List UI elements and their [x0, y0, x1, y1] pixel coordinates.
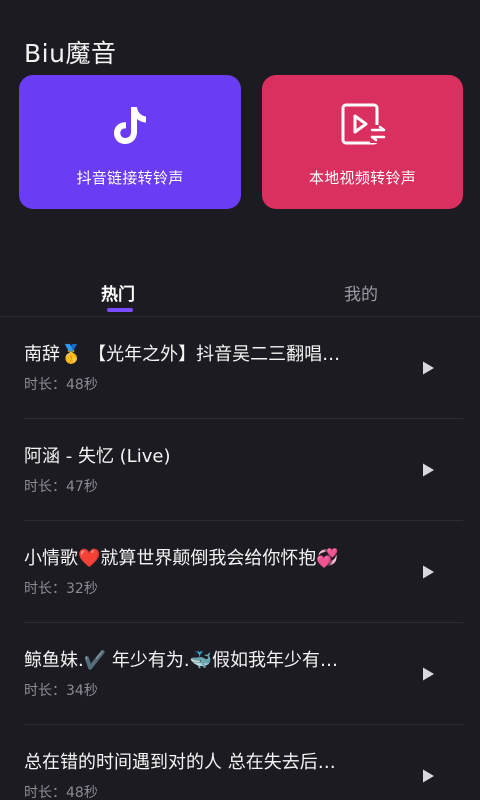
active-tab-indicator: [107, 308, 133, 312]
tiktok-link-card-label: 抖音链接转铃声: [76, 169, 184, 187]
list-item[interactable]: 阿涵 - 失忆 (Live) 时长：47秒: [0, 419, 480, 521]
song-duration: 时长：47秒: [24, 479, 98, 495]
list-item[interactable]: 小情歌❤️就算世界颠倒我会给你怀抱💞 时长：32秒: [0, 521, 480, 623]
tiktok-icon: [114, 107, 146, 144]
song-duration: 时长：34秒: [24, 683, 98, 699]
song-duration: 时长：48秒: [24, 785, 98, 800]
song-title: 南辞🥇 【光年之外】抖音吴二三翻唱…: [24, 344, 341, 365]
song-duration: 时长：32秒: [24, 581, 98, 597]
tab-hot[interactable]: 热门: [101, 280, 135, 305]
song-title: 总在错的时间遇到对的人 总在失去后…: [24, 752, 336, 773]
song-list: 南辞🥇 【光年之外】抖音吴二三翻唱… 时长：48秒 阿涵 - 失忆 (Live)…: [0, 317, 480, 800]
play-icon[interactable]: [420, 360, 436, 376]
song-duration: 时长：48秒: [24, 377, 98, 393]
local-video-to-ringtone-card[interactable]: 本地视频转铃声: [262, 75, 463, 209]
app-screen: Biu魔音 抖音链接转铃声 本地视频转铃声 热门 我的 南辞🥇 【光年之外】抖音…: [0, 0, 480, 800]
song-title: 阿涵 - 失忆 (Live): [24, 446, 171, 467]
tiktok-link-to-ringtone-card[interactable]: 抖音链接转铃声: [19, 75, 241, 209]
local-video-card-label: 本地视频转铃声: [308, 169, 417, 187]
list-item[interactable]: 总在错的时间遇到对的人 总在失去后… 时长：48秒: [0, 725, 480, 800]
play-icon[interactable]: [420, 564, 436, 580]
play-icon[interactable]: [420, 666, 436, 682]
video-convert-icon: [341, 103, 386, 145]
app-title: Biu魔音: [24, 39, 117, 68]
list-item[interactable]: 南辞🥇 【光年之外】抖音吴二三翻唱… 时长：48秒: [0, 317, 480, 419]
song-title: 小情歌❤️就算世界颠倒我会给你怀抱💞: [24, 548, 339, 569]
play-icon[interactable]: [420, 462, 436, 478]
list-item[interactable]: 鲸鱼妹.✔️ 年少有为.🐳假如我年少有… 时长：34秒: [0, 623, 480, 725]
song-title: 鲸鱼妹.✔️ 年少有为.🐳假如我年少有…: [24, 650, 338, 671]
play-icon[interactable]: [420, 768, 436, 784]
tab-bar: 热门 我的: [0, 280, 480, 316]
tab-mine[interactable]: 我的: [344, 280, 378, 305]
